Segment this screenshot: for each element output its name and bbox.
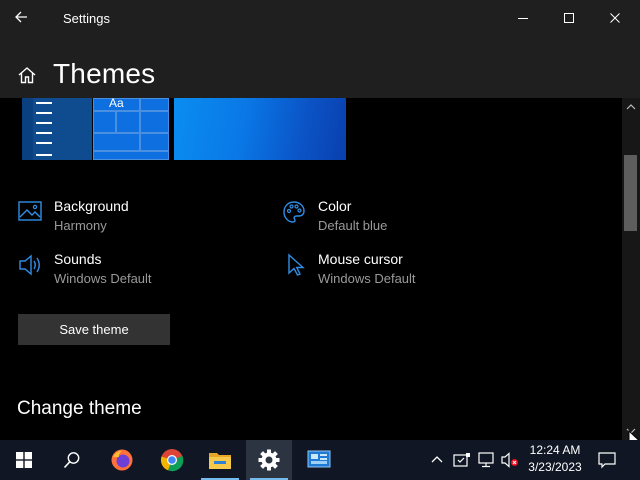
show-hidden-icons-button[interactable] (429, 452, 445, 468)
chevron-up-icon (431, 456, 443, 463)
background-value: Harmony (54, 218, 107, 233)
sounds-setting[interactable]: Sounds Windows Default (18, 251, 248, 291)
taskbar-remote-desktop[interactable] (296, 440, 342, 480)
picture-icon (18, 201, 42, 221)
sounds-label: Sounds (54, 251, 102, 267)
notification-icon (598, 452, 616, 469)
taskbar-chrome[interactable] (149, 440, 195, 480)
sounds-value: Windows Default (54, 271, 152, 286)
background-label: Background (54, 198, 129, 214)
page-title: Themes (53, 58, 156, 89)
back-button[interactable] (14, 8, 38, 28)
tray-security[interactable] (453, 452, 471, 468)
taskbar-clock[interactable]: 12:24 AM 3/23/2023 (520, 442, 590, 480)
firefox-icon (111, 449, 133, 471)
taskbar-settings[interactable] (246, 440, 292, 480)
speaker-icon (19, 254, 40, 276)
mouse-cursor-label: Mouse cursor (318, 251, 403, 267)
palette-icon (283, 201, 305, 223)
tray-volume[interactable] (501, 452, 519, 468)
theme-preview-wallpaper (174, 98, 346, 160)
background-setting[interactable]: Background Harmony (18, 198, 248, 238)
scroll-thumb[interactable] (624, 155, 637, 231)
action-center-button[interactable] (597, 451, 617, 469)
home-icon (18, 67, 36, 84)
content-area: Aa Background Harmony Color Default blue (0, 98, 622, 438)
home-button[interactable] (17, 66, 37, 89)
change-theme-heading: Change theme (17, 398, 142, 419)
minimize-icon (518, 18, 528, 19)
chrome-icon (160, 449, 184, 472)
chevron-up-icon (626, 104, 636, 110)
window-title: Settings (63, 11, 110, 26)
close-icon (610, 13, 620, 23)
maximize-button[interactable] (546, 0, 592, 36)
minimize-button[interactable] (500, 0, 546, 36)
vertical-scrollbar[interactable] (622, 98, 640, 440)
maximize-icon (564, 13, 574, 23)
mouse-cursor-setting[interactable]: Mouse cursor Windows Default (282, 251, 512, 291)
search-button[interactable] (48, 440, 94, 480)
color-label: Color (318, 198, 352, 214)
clock-date: 3/23/2023 (528, 460, 582, 474)
volume-muted-icon (501, 452, 518, 468)
theme-preview-tiles: Aa (93, 98, 169, 160)
color-setting[interactable]: Color Default blue (282, 198, 512, 238)
back-arrow-icon (15, 11, 27, 23)
tray-network[interactable] (478, 452, 496, 468)
security-icon (453, 453, 470, 467)
scroll-up-button[interactable] (622, 100, 640, 114)
search-icon (63, 452, 80, 469)
color-value: Default blue (318, 218, 388, 233)
page-header: Themes (0, 36, 640, 98)
settings-icon (258, 449, 280, 471)
clock-time: 12:24 AM (529, 443, 581, 457)
network-icon (478, 452, 494, 468)
remote-desktop-icon (307, 450, 331, 468)
title-bar: Settings (0, 0, 640, 36)
preview-sample-text: Aa (109, 98, 124, 110)
windows-start-icon (16, 452, 32, 468)
theme-preview-taskbar (22, 98, 92, 160)
save-theme-button[interactable]: Save theme (18, 314, 170, 345)
file-explorer-icon (209, 453, 231, 469)
mouse-cursor-value: Windows Default (318, 271, 416, 286)
cursor-icon (288, 253, 305, 276)
start-button[interactable] (0, 440, 46, 480)
close-button[interactable] (592, 0, 638, 36)
taskbar-file-explorer[interactable] (197, 440, 243, 480)
taskbar: 12:24 AM 3/23/2023 (0, 440, 640, 480)
taskbar-firefox[interactable] (99, 440, 145, 480)
